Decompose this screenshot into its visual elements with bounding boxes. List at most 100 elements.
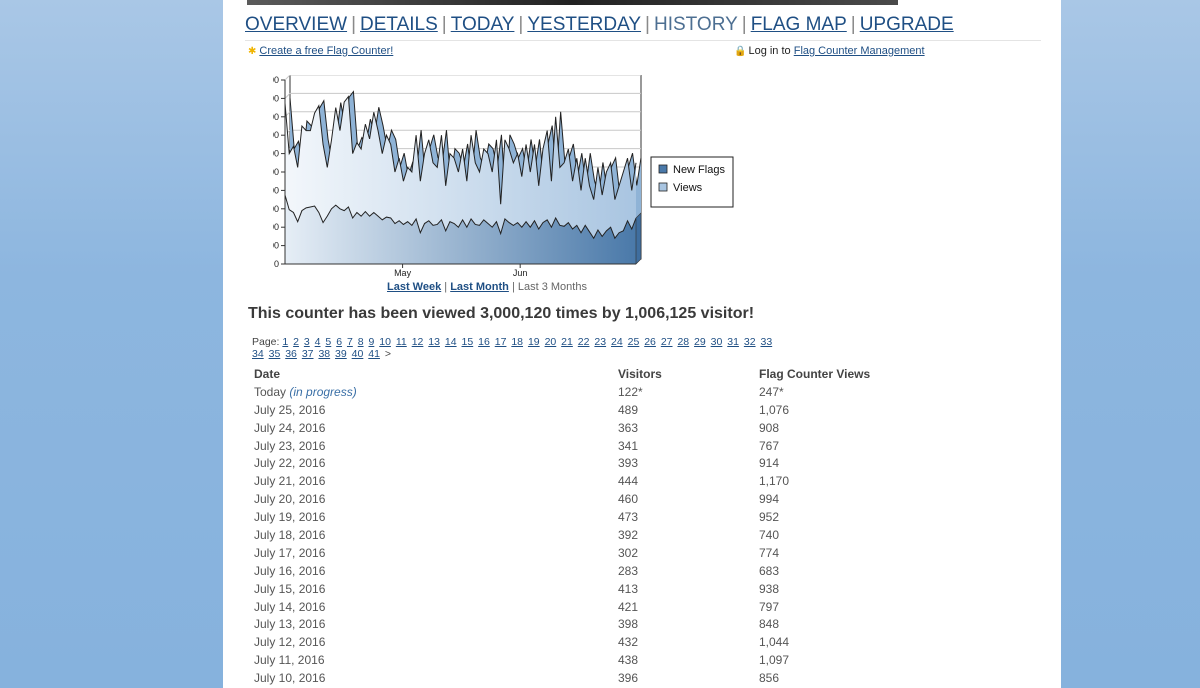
table-row: July 20, 2016 460 994 [254,491,1014,509]
page-link-12[interactable]: 12 [412,336,424,348]
page-link-15[interactable]: 15 [462,336,474,348]
counter-summary-headline: This counter has been viewed 3,000,120 t… [248,305,755,322]
table-row: July 19, 2016 473 952 [254,509,1014,527]
page-link-30[interactable]: 30 [711,336,723,348]
page-link-37[interactable]: 37 [302,348,314,360]
date-cell: July 22, 2016 [254,456,326,471]
date-cell: July 18, 2016 [254,528,326,543]
page-link-34[interactable]: 34 [252,348,264,360]
page-link-10[interactable]: 10 [379,336,391,348]
create-counter-row: ✱ Create a free Flag Counter! [248,45,393,57]
page-link-23[interactable]: 23 [594,336,606,348]
visitors-cell: 460 [618,492,639,507]
table-header-row: Date Visitors Flag Counter Views [254,366,1014,384]
page-link-35[interactable]: 35 [269,348,281,360]
date-cell: July 21, 2016 [254,474,326,489]
date-cell: Date [254,367,281,381]
nav-upgrade[interactable]: UPGRADE [860,14,954,35]
page-link-11[interactable]: 11 [396,336,407,348]
page-link-38[interactable]: 38 [318,348,330,360]
page-link-17[interactable]: 17 [495,336,507,348]
next-page-arrow[interactable]: > [385,348,391,360]
visitors-cell: 473 [618,510,639,525]
x-tick-label: Jun [513,268,528,278]
page-link-24[interactable]: 24 [611,336,623,348]
page-link-28[interactable]: 28 [677,336,689,348]
nav-yesterday[interactable]: YESTERDAY [527,14,641,35]
page-link-21[interactable]: 21 [561,336,573,348]
views-cell: 740 [759,528,780,543]
nav-separator: | [518,14,524,35]
gridline-depth [284,93,291,99]
nav-overview[interactable]: OVERVIEW [245,14,347,35]
page-link-22[interactable]: 22 [578,336,590,348]
page-link-1[interactable]: 1 [282,336,288,348]
date-cell: July 17, 2016 [254,545,326,560]
last-week-link[interactable]: Last Week [387,281,441,293]
nav-details[interactable]: DETAILS [360,14,438,35]
legend-swatch [658,164,668,174]
management-login-link[interactable]: Flag Counter Management [794,45,925,57]
page-link-3[interactable]: 3 [304,336,310,348]
visitors-cell: 396 [618,671,639,686]
page-link-9[interactable]: 9 [368,336,374,348]
date-cell: July 14, 2016 [254,599,326,614]
views-cell: 908 [759,420,780,435]
y-tick-label: 1600 [273,112,279,122]
main-nav: OVERVIEW | DETAILS | TODAY | YESTERDAY | HISTORY… [245,14,954,36]
lock-icon: 🔒 [734,46,747,57]
page-link-5[interactable]: 5 [325,336,331,348]
views-cell: 1,044 [759,635,790,650]
visitors-cell: Visitors [618,367,662,381]
page-link-19[interactable]: 19 [528,336,540,348]
views-cell: 1,170 [759,474,790,489]
page-link-8[interactable]: 8 [358,336,364,348]
views-cell: 774 [759,545,780,560]
page-link-41[interactable]: 41 [368,348,380,360]
last-month-link[interactable]: Last Month [450,281,509,293]
views-cell: 683 [759,563,780,578]
history-chart-svg: 0 200 400 600 800 1000 1200 1400 1600 1800 2000 May… [259,74,734,278]
table-row: July 15, 2016 413 938 [254,581,1014,599]
star-icon: ✱ [248,46,257,57]
views-cell: 848 [759,617,780,632]
views-cell: 994 [759,492,780,507]
pagination: Page: 1 2 3 4 5 6 7 8 9 10 11 12 13 14 1… [252,336,782,360]
pager-label: Page: [252,336,283,348]
page-link-36[interactable]: 36 [285,348,297,360]
page-link-6[interactable]: 6 [336,336,342,348]
y-tick-label: 1200 [273,149,279,159]
page-link-27[interactable]: 27 [661,336,673,348]
nav-flag-map[interactable]: FLAG MAP [751,14,847,35]
page-link-26[interactable]: 26 [644,336,656,348]
page-link-2[interactable]: 2 [293,336,299,348]
date-cell: July 19, 2016 [254,510,326,525]
page-link-4[interactable]: 4 [315,336,321,348]
visitors-cell: 363 [618,420,639,435]
y-tick-label: 800 [273,185,279,195]
page-link-7[interactable]: 7 [347,336,353,348]
legend-label: New Flags [673,164,725,176]
in-progress-note: (in progress) [289,384,357,399]
page-link-39[interactable]: 39 [335,348,347,360]
page-link-40[interactable]: 40 [352,348,364,360]
page-link-18[interactable]: 18 [511,336,523,348]
page-link-20[interactable]: 20 [545,336,557,348]
page-link-16[interactable]: 16 [478,336,490,348]
page-link-31[interactable]: 31 [727,336,739,348]
create-counter-link[interactable]: Create a free Flag Counter! [259,45,393,57]
views-cell: 247* [759,384,784,399]
table-row: July 21, 2016 444 1,170 [254,473,1014,491]
page-link-25[interactable]: 25 [628,336,640,348]
nav-today[interactable]: TODAY [451,14,515,35]
page-link-13[interactable]: 13 [428,336,440,348]
page-link-33[interactable]: 33 [760,336,772,348]
page-link-29[interactable]: 29 [694,336,706,348]
y-tick-label: 1000 [273,167,279,177]
login-row: 🔒 Log in to Flag Counter Management [734,45,925,57]
page-link-14[interactable]: 14 [445,336,457,348]
page-link-32[interactable]: 32 [744,336,756,348]
visitors-cell: 302 [618,545,639,560]
views-cell: 856 [759,671,780,686]
visitors-cell: 341 [618,438,639,453]
